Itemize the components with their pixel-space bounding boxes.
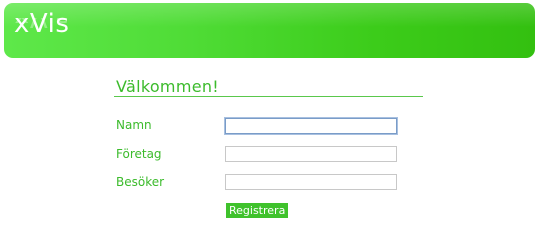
company-label: Företag (116, 147, 162, 161)
welcome-heading: Välkommen! (116, 77, 220, 96)
visiting-label: Besöker (116, 175, 165, 189)
register-button[interactable]: Registrera (226, 203, 289, 218)
header-banner: xVis xVis (4, 3, 535, 58)
name-input[interactable] (225, 118, 397, 134)
heading-divider (114, 96, 423, 97)
visiting-input[interactable] (225, 174, 397, 190)
company-input[interactable] (225, 146, 397, 162)
app-logo-reflection: xVis (14, 18, 69, 32)
name-label: Namn (116, 118, 152, 132)
app-logo: xVis (14, 9, 70, 39)
